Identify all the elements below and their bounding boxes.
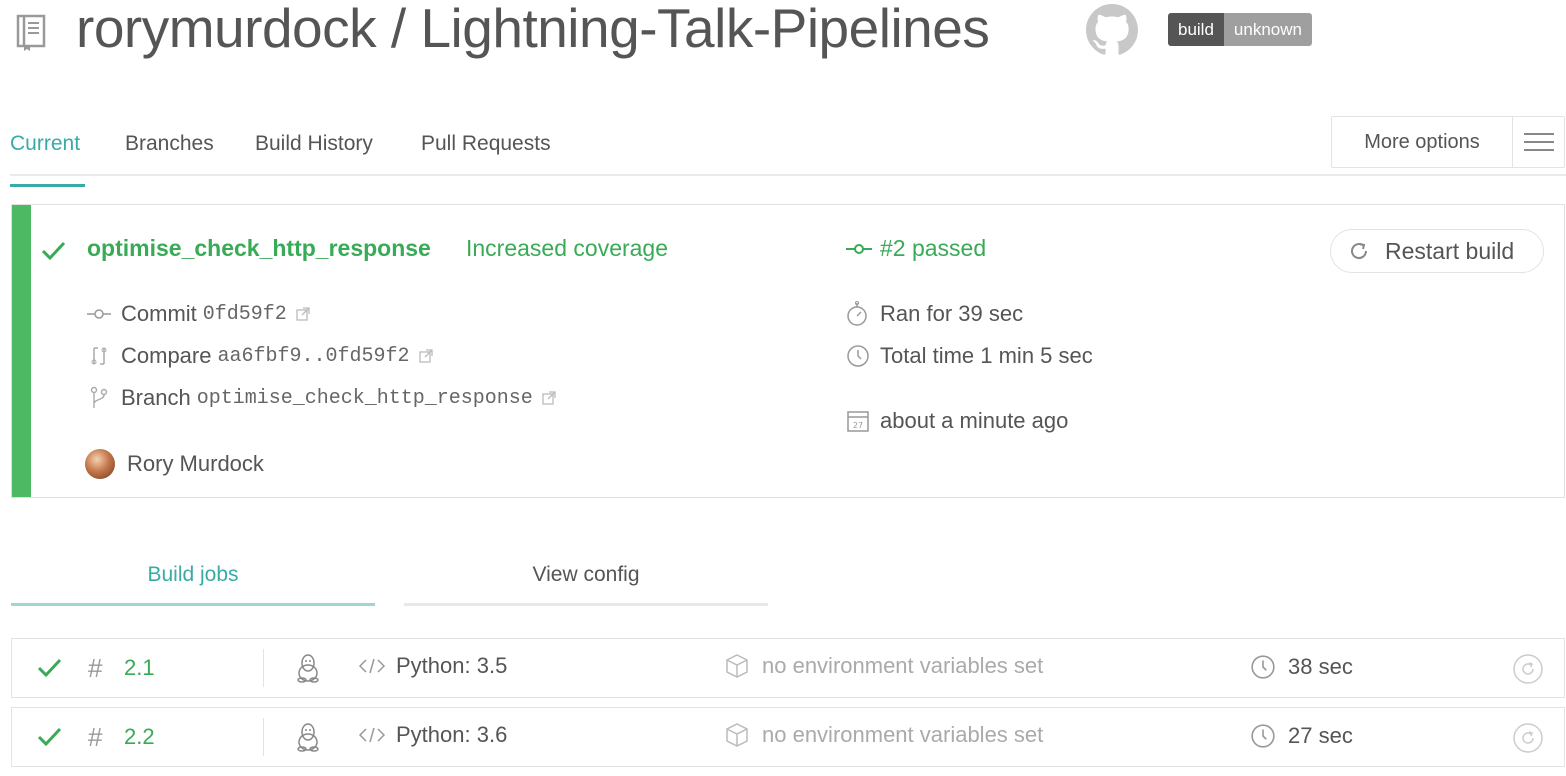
external-link-icon[interactable] xyxy=(541,390,557,406)
external-link-icon[interactable] xyxy=(295,306,311,322)
build-state-label: #2 passed xyxy=(880,235,987,261)
passed-check-icon xyxy=(37,658,62,678)
avatar xyxy=(85,449,115,479)
commit-row: Commit 0fd59f2 xyxy=(87,301,311,327)
clock-icon xyxy=(846,344,870,368)
restart-job-icon[interactable] xyxy=(1512,722,1544,754)
tab-build-history[interactable]: Build History xyxy=(255,132,373,156)
job-duration: 38 sec xyxy=(1250,654,1353,680)
tab-branches[interactable]: Branches xyxy=(125,132,214,156)
job-env: no environment variables set xyxy=(724,653,1043,679)
package-icon xyxy=(726,723,748,747)
badge-label: build xyxy=(1168,13,1224,46)
more-options-button[interactable]: More options xyxy=(1331,116,1565,168)
job-duration-text: 38 sec xyxy=(1288,654,1353,679)
stopwatch-icon xyxy=(846,301,870,326)
branch-label: Branch xyxy=(121,385,191,410)
commit-icon xyxy=(87,302,111,326)
compare-icon xyxy=(87,344,111,368)
total-time-text: Total time 1 min 5 sec xyxy=(880,343,1093,368)
hamburger-menu-icon[interactable] xyxy=(1512,117,1564,167)
github-icon[interactable] xyxy=(1086,4,1138,56)
hash-icon: # xyxy=(88,653,103,683)
restart-icon xyxy=(1351,243,1368,260)
job-row[interactable]: # 2.2 Python: 3.6 no environment variabl… xyxy=(11,707,1565,767)
tab-view-config[interactable]: View config xyxy=(404,540,768,606)
tab-build-jobs[interactable]: Build jobs xyxy=(11,540,375,606)
restart-job-icon[interactable] xyxy=(1512,653,1544,685)
repo-tabs: Current Branches Build History Pull Requ… xyxy=(10,120,1320,187)
finished-row: 27 about a minute ago xyxy=(846,408,1068,434)
job-language-text: Python: 3.5 xyxy=(396,653,508,678)
job-number[interactable]: 2.1 xyxy=(124,655,155,681)
passed-check-icon xyxy=(41,241,66,261)
build-summary-card: optimise_check_http_response Increased c… xyxy=(11,204,1565,498)
active-tab-underline xyxy=(10,184,85,187)
branch-name-link[interactable]: optimise_check_http_response xyxy=(197,387,533,410)
build-state: #2 passed xyxy=(846,235,986,262)
commit-sha-link[interactable]: 0fd59f2 xyxy=(203,303,287,326)
total-time-row: Total time 1 min 5 sec xyxy=(846,343,1093,369)
commit-message: Increased coverage xyxy=(466,235,669,261)
passed-check-icon xyxy=(37,727,62,747)
job-env-text: no environment variables set xyxy=(762,653,1044,678)
build-status-badge[interactable]: build unknown xyxy=(1168,13,1312,46)
restart-build-button[interactable]: Restart build xyxy=(1330,229,1544,273)
build-status-stripe xyxy=(12,205,31,497)
branch-icon xyxy=(87,386,111,410)
external-link-icon[interactable] xyxy=(418,348,434,364)
commit-label: Commit xyxy=(121,301,197,326)
author-name: Rory Murdock xyxy=(127,451,264,476)
job-language: Python: 3.5 xyxy=(358,653,507,679)
job-row[interactable]: # 2.1 Python: 3.5 no environment variabl… xyxy=(11,638,1565,698)
job-env: no environment variables set xyxy=(724,722,1043,748)
tab-pull-requests[interactable]: Pull Requests xyxy=(421,132,551,156)
compare-range-link[interactable]: aa6fbf9..0fd59f2 xyxy=(217,345,409,368)
job-number[interactable]: 2.2 xyxy=(124,724,155,750)
job-duration-text: 27 sec xyxy=(1288,723,1353,748)
clock-icon xyxy=(1251,655,1275,679)
build-branch-title[interactable]: optimise_check_http_response xyxy=(87,235,431,262)
author-row: Rory Murdock xyxy=(85,449,264,479)
divider xyxy=(263,718,264,756)
hash-icon: # xyxy=(88,722,103,752)
divider xyxy=(263,649,264,687)
more-options-label: More options xyxy=(1364,130,1480,153)
compare-label: Compare xyxy=(121,343,212,368)
repo-header: rorymurdock / Lightning-Talk-Pipelines b… xyxy=(0,0,1566,60)
code-icon xyxy=(358,727,386,743)
repo-book-icon xyxy=(16,14,46,51)
package-icon xyxy=(726,654,748,678)
job-env-text: no environment variables set xyxy=(762,722,1044,747)
linux-tux-icon xyxy=(297,654,319,683)
compare-row: Compare aa6fbf9..0fd59f2 xyxy=(87,343,434,369)
badge-value: unknown xyxy=(1223,13,1312,46)
job-language-text: Python: 3.6 xyxy=(396,722,508,747)
svg-text:27: 27 xyxy=(853,421,863,430)
tab-current[interactable]: Current xyxy=(10,132,85,187)
commit-dot-icon xyxy=(846,243,872,254)
clock-icon xyxy=(1251,724,1275,748)
linux-tux-icon xyxy=(297,723,319,752)
ran-for-text: Ran for 39 sec xyxy=(880,301,1024,326)
tab-current-label: Current xyxy=(10,132,81,155)
branch-row: Branch optimise_check_http_response xyxy=(87,385,557,411)
job-language: Python: 3.6 xyxy=(358,722,507,748)
code-icon xyxy=(358,658,386,674)
restart-build-label: Restart build xyxy=(1385,237,1515,264)
calendar-icon: 27 xyxy=(846,409,870,433)
ran-for-row: Ran for 39 sec xyxy=(846,301,1023,327)
repo-title[interactable]: rorymurdock / Lightning-Talk-Pipelines xyxy=(76,0,990,60)
job-duration: 27 sec xyxy=(1250,723,1353,749)
finished-time-text: about a minute ago xyxy=(880,408,1069,433)
